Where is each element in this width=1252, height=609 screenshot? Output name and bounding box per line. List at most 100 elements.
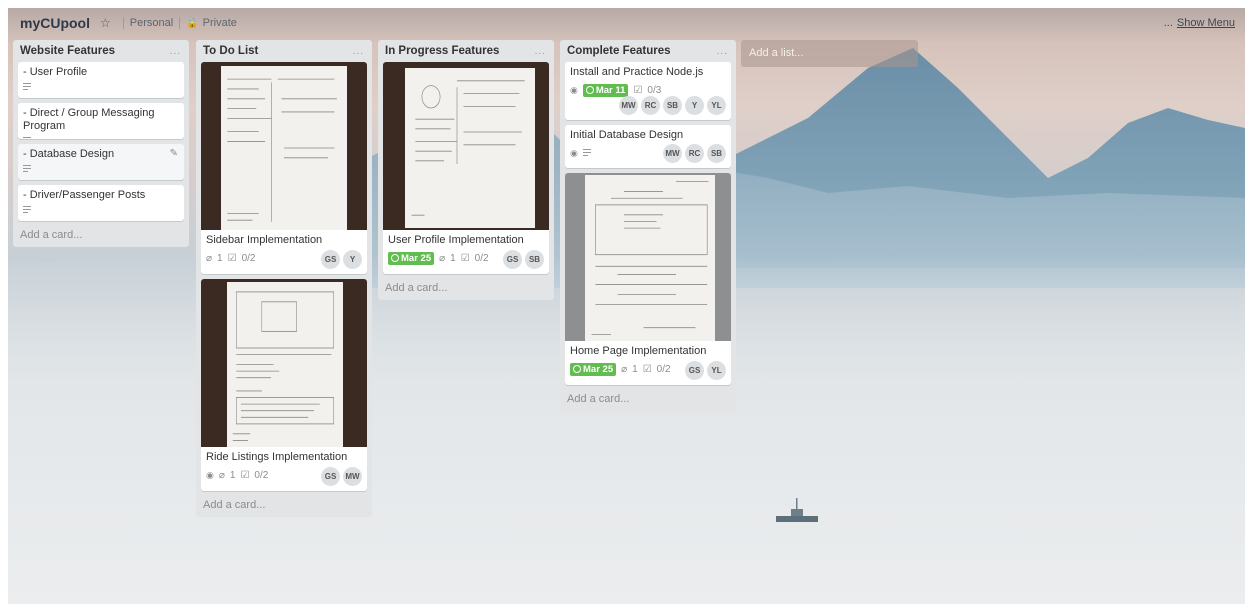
- card[interactable]: - Driver/Passenger Posts: [18, 185, 184, 221]
- due-date-badge[interactable]: Mar 11: [582, 83, 629, 97]
- avatar[interactable]: SB: [707, 144, 726, 163]
- avatar[interactable]: RC: [641, 96, 660, 115]
- checklist-count: 0/2: [474, 252, 489, 264]
- due-date-label: Mar 25: [583, 363, 614, 375]
- card-cover-image: [201, 279, 367, 447]
- divider: [179, 17, 181, 29]
- add-card-button[interactable]: Add a card...: [201, 496, 367, 513]
- card[interactable]: Initial Database Design ◉ MW RC SB: [565, 125, 731, 168]
- avatar[interactable]: MW: [343, 467, 362, 486]
- attachment-count: 1: [217, 252, 223, 264]
- card-members: GS Y: [321, 250, 362, 269]
- checklist-icon: ☑: [460, 252, 470, 264]
- lock-icon: 🔒: [186, 17, 199, 29]
- card-title: - Direct / Group Messaging Program: [23, 107, 155, 132]
- avatar[interactable]: GS: [685, 361, 704, 380]
- edit-pencil-icon[interactable]: ✎: [170, 148, 178, 159]
- attachment-count: 1: [229, 469, 236, 481]
- attachment-count: 1: [450, 252, 456, 264]
- star-icon[interactable]: ☆: [100, 16, 111, 30]
- card[interactable]: Home Page Implementation Mar 25 ⌀ 1 ☑ 0/2 …: [565, 173, 731, 385]
- avatar[interactable]: GS: [321, 250, 340, 269]
- card[interactable]: - User Profile: [18, 62, 184, 98]
- list-title[interactable]: Website Features: [20, 45, 115, 57]
- card-title: - Driver/Passenger Posts: [23, 189, 146, 201]
- list-menu-icon[interactable]: ...: [170, 46, 181, 57]
- checklist-icon: ☑: [642, 363, 652, 375]
- avatar[interactable]: Y: [343, 250, 362, 269]
- list-website-features[interactable]: Website Features ... - User Profile - Di…: [13, 40, 189, 247]
- list-complete-features[interactable]: Complete Features ... Install and Practi…: [560, 40, 736, 411]
- show-menu-label: Show Menu: [1176, 17, 1235, 29]
- card[interactable]: - Database Design ✎: [18, 144, 184, 180]
- checklist-icon: ☑: [240, 469, 250, 481]
- checklist-icon: ☑: [227, 252, 237, 264]
- due-date-badge[interactable]: Mar 25: [388, 251, 435, 265]
- add-card-button[interactable]: Add a card...: [18, 226, 184, 243]
- list-menu-icon[interactable]: ...: [353, 46, 364, 57]
- due-date-badge[interactable]: Mar 25: [570, 362, 617, 376]
- avatar[interactable]: GS: [321, 467, 340, 486]
- description-icon: [23, 165, 31, 174]
- visibility-label[interactable]: Private: [203, 17, 237, 29]
- card-members: MW RC SB: [663, 144, 726, 163]
- list-in-progress[interactable]: In Progress Features ... User Profile Im…: [378, 40, 554, 300]
- card-cover-image: [201, 62, 367, 230]
- attachment-icon: ⌀: [439, 252, 446, 264]
- card-title: Initial Database Design: [570, 129, 684, 141]
- board-title[interactable]: myCUpool: [20, 15, 90, 31]
- card-title: Sidebar Implementation: [206, 234, 323, 246]
- checklist-count: 0/2: [241, 252, 256, 264]
- avatar[interactable]: RC: [685, 144, 704, 163]
- add-card-button[interactable]: Add a card...: [383, 279, 549, 296]
- avatar[interactable]: SB: [663, 96, 682, 115]
- attachment-count: 1: [632, 363, 638, 375]
- due-date-label: Mar 25: [401, 252, 432, 264]
- list-menu-icon[interactable]: ...: [717, 46, 728, 57]
- more-icon: ...: [1163, 17, 1173, 29]
- card[interactable]: User Profile Implementation Mar 25 ⌀ 1 ☑ 0…: [383, 62, 549, 274]
- card-members: GS SB: [503, 250, 544, 269]
- show-menu-link[interactable]: ... Show Menu: [1164, 17, 1235, 29]
- add-list-button[interactable]: Add a list...: [741, 40, 918, 67]
- card[interactable]: Sidebar Implementation ⌀ 1 ☑ 0/2 GS Y: [201, 62, 367, 274]
- card[interactable]: - Direct / Group Messaging Program: [18, 103, 184, 139]
- due-date-label: Mar 11: [595, 84, 626, 96]
- card-members: GS MW: [321, 467, 362, 486]
- clock-icon: [391, 253, 399, 262]
- card-title: Ride Listings Implementation: [206, 451, 348, 463]
- card-title: User Profile Implementation: [388, 234, 524, 246]
- watch-icon: ◉: [570, 84, 578, 95]
- card[interactable]: Install and Practice Node.js ◉ Mar 11 ☑ 0…: [565, 62, 731, 120]
- card-members: GS YL: [685, 361, 726, 380]
- list-title[interactable]: Complete Features: [567, 45, 671, 57]
- card-title: Install and Practice Node.js: [570, 66, 704, 78]
- watch-icon: ◉: [206, 469, 214, 480]
- add-card-button[interactable]: Add a card...: [565, 390, 731, 407]
- attachment-icon: ⌀: [206, 252, 213, 264]
- avatar[interactable]: SB: [525, 250, 544, 269]
- list-title[interactable]: To Do List: [203, 45, 258, 57]
- card[interactable]: Ride Listings Implementation ◉ ⌀ 1 ☑ 0/2 G…: [201, 279, 367, 491]
- avatar[interactable]: MW: [663, 144, 682, 163]
- avatar[interactable]: GS: [503, 250, 522, 269]
- checklist-count: 0/3: [647, 84, 662, 96]
- avatar[interactable]: Y: [685, 96, 704, 115]
- card-title: Home Page Implementation: [570, 345, 707, 357]
- avatar[interactable]: YL: [707, 361, 726, 380]
- attachment-icon: ⌀: [621, 363, 628, 375]
- card-title: - Database Design: [23, 148, 115, 160]
- checklist-count: 0/2: [656, 363, 671, 375]
- clock-icon: [573, 364, 581, 373]
- list-title[interactable]: In Progress Features: [385, 45, 499, 57]
- avatar[interactable]: MW: [619, 96, 638, 115]
- clock-icon: [585, 85, 594, 94]
- list-menu-icon[interactable]: ...: [535, 46, 546, 57]
- avatar[interactable]: YL: [707, 96, 726, 115]
- card-title: - User Profile: [23, 66, 88, 78]
- board-header: myCUpool ☆ Personal 🔒 Private ... Show Me…: [8, 8, 1245, 38]
- list-to-do[interactable]: To Do List ... Sidebar Implementation ⌀ 1…: [196, 40, 372, 517]
- team-label[interactable]: Personal: [130, 17, 173, 29]
- watch-icon: ◉: [570, 147, 578, 158]
- divider: [122, 17, 124, 29]
